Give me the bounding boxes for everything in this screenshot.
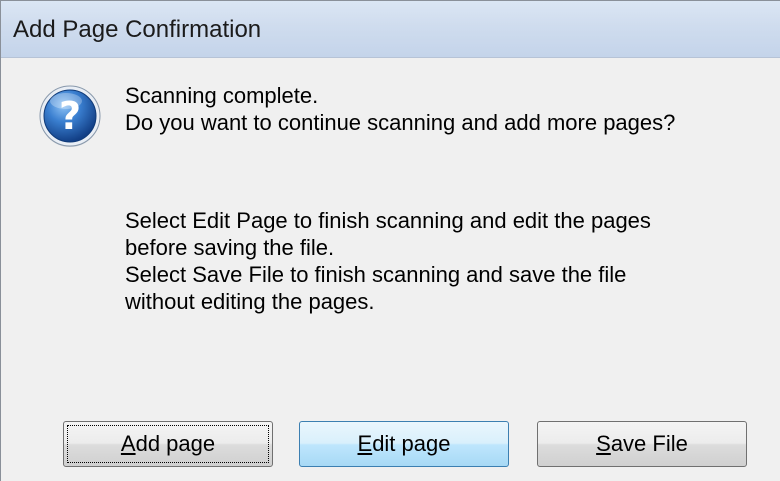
add-page-button[interactable]: Add page bbox=[63, 421, 273, 467]
edit-page-button-label: Edit page bbox=[303, 425, 505, 463]
edit-page-mnemonic: E bbox=[357, 431, 373, 456]
message-line-edit-page: Select Edit Page to finish scanning and … bbox=[125, 208, 651, 233]
message-line-continue-question: Do you want to continue scanning and add… bbox=[125, 110, 676, 135]
save-file-mnemonic: S bbox=[596, 431, 611, 456]
add-page-label-rest: dd page bbox=[135, 431, 216, 456]
save-file-button[interactable]: Save File bbox=[537, 421, 747, 467]
message-line-scanning-complete: Scanning complete. bbox=[125, 83, 319, 108]
add-page-mnemonic: A bbox=[120, 431, 136, 456]
add-page-confirmation-dialog: Add Page Confirmation ? Scanning complet… bbox=[0, 0, 780, 481]
svg-text:?: ? bbox=[59, 94, 81, 138]
question-icon: ? bbox=[39, 85, 101, 147]
save-file-label-rest: ave File bbox=[610, 431, 688, 456]
message-instructions: Select Edit Page to finish scanning and … bbox=[125, 207, 651, 315]
edit-page-label-rest: dit page bbox=[372, 431, 451, 456]
message-line-save-file-cont: without editing the pages. bbox=[125, 289, 375, 314]
window-title: Add Page Confirmation bbox=[13, 16, 262, 43]
message-line-edit-page-cont: before saving the file. bbox=[125, 235, 335, 260]
save-file-button-label: Save File bbox=[541, 425, 743, 463]
add-page-button-label: Add page bbox=[67, 425, 269, 463]
edit-page-button[interactable]: Edit page bbox=[299, 421, 509, 467]
title-bar[interactable]: Add Page Confirmation bbox=[1, 1, 780, 58]
message-intro: Scanning complete. Do you want to contin… bbox=[125, 82, 675, 136]
message-line-save-file: Select Save File to finish scanning and … bbox=[125, 262, 627, 287]
